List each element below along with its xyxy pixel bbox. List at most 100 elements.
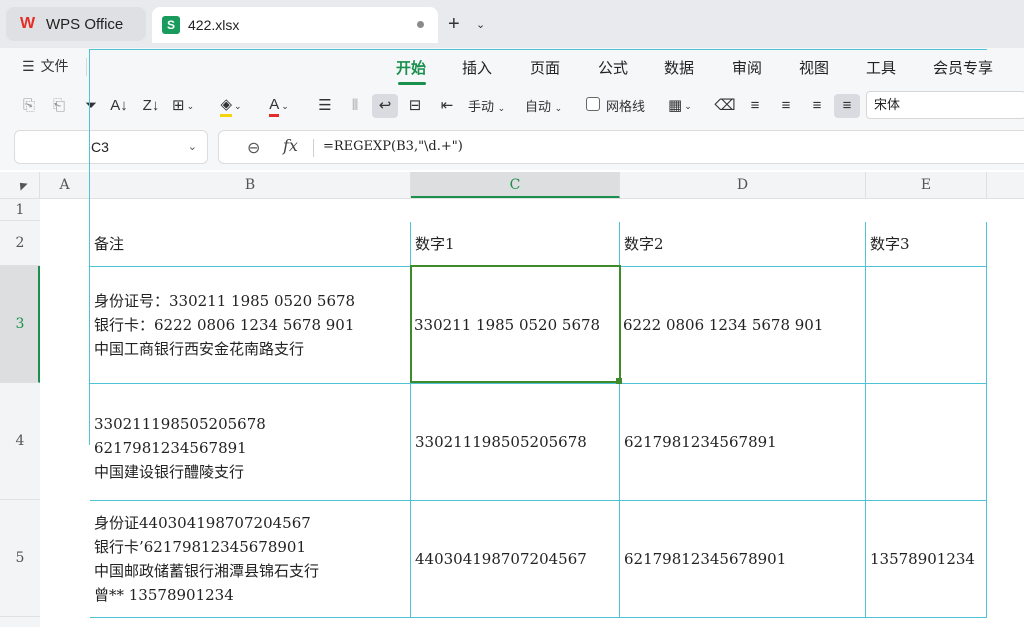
- cell-c5[interactable]: 440304198707204567: [411, 501, 620, 618]
- borders-icon[interactable]: ⊞ ⌄: [172, 94, 194, 118]
- cell-b5[interactable]: 身份证440304198707204567 银行卡’62179812345678…: [90, 501, 411, 618]
- sort-descending-icon[interactable]: Z↓: [140, 94, 162, 118]
- column-header-d[interactable]: D: [620, 172, 866, 198]
- tab-insert[interactable]: 插入: [462, 57, 492, 78]
- cell-b4-text: 330211198505205678 6217981234567891 中国建设…: [94, 415, 266, 481]
- gridlines-label: 网格线: [606, 99, 646, 114]
- column-icon[interactable]: ⦀: [344, 94, 366, 118]
- cell-d2[interactable]: 数字2: [620, 222, 866, 267]
- row-number: 5: [15, 550, 25, 566]
- cell-c4[interactable]: 330211198505205678: [411, 384, 620, 501]
- cell-reference: C3: [91, 139, 109, 155]
- app-tab-label: WPS Office: [46, 15, 124, 33]
- column-header-a[interactable]: A: [40, 172, 90, 198]
- menu-bar: ☰ 文件 开始 插入 页面 公式 数据 审阅 视图 工具 会员专享: [0, 48, 1024, 86]
- filter-icon[interactable]: ⏷: [80, 94, 102, 118]
- cell-c2[interactable]: 数字1: [411, 222, 620, 267]
- row-header-3[interactable]: 3: [0, 266, 40, 383]
- font-name-select[interactable]: 宋体: [866, 91, 1024, 119]
- row-number: 4: [15, 433, 25, 449]
- formula-input-area[interactable]: ⊖ fx =REGEXP(B3,"\d.+"): [218, 130, 1024, 164]
- wps-home-tab[interactable]: W WPS Office: [6, 7, 146, 41]
- sort-ascending-icon[interactable]: A↓: [108, 94, 130, 118]
- gridlines-checkbox[interactable]: [586, 97, 600, 111]
- tab-bar: W WPS Office S 422.xlsx + ⌄: [0, 0, 1024, 48]
- align-right-icon[interactable]: ≡: [806, 94, 828, 118]
- font-color-icon[interactable]: A ⌄: [268, 94, 290, 118]
- cell-d4[interactable]: 6217981234567891: [620, 384, 866, 501]
- row-header-5[interactable]: 5: [0, 500, 40, 617]
- row-number: 2: [15, 235, 25, 251]
- manual-wrap-dropdown[interactable]: 手动 ⌄: [468, 96, 505, 115]
- auto-label: 自动: [525, 99, 552, 114]
- hamburger-icon: ☰: [22, 57, 35, 74]
- column-header-e[interactable]: E: [866, 172, 987, 198]
- file-menu-label: 文件: [40, 58, 69, 74]
- active-tab-indicator: [398, 82, 426, 85]
- tab-view[interactable]: 视图: [799, 57, 829, 78]
- formula-divider: [313, 139, 314, 157]
- tab-formula[interactable]: 公式: [598, 57, 628, 78]
- merge-cells-icon[interactable]: ⊟: [404, 94, 426, 118]
- wps-logo-icon: W: [20, 15, 36, 32]
- clear-format-icon[interactable]: ⌫: [714, 94, 736, 118]
- tab-page[interactable]: 页面: [530, 57, 560, 78]
- cell-style-icon[interactable]: ▦ ⌄: [668, 94, 692, 118]
- formula-input[interactable]: =REGEXP(B3,"\d.+"): [323, 139, 463, 154]
- file-tab[interactable]: S 422.xlsx: [152, 7, 438, 43]
- cell-b3[interactable]: 身份证号：330211 1985 0520 5678 银行卡：6222 0806…: [90, 267, 411, 384]
- fill-color-icon[interactable]: ◈ ⌄: [220, 94, 242, 118]
- new-tab-button[interactable]: +: [448, 12, 460, 36]
- row-header-1[interactable]: 1: [0, 199, 40, 221]
- tab-data[interactable]: 数据: [664, 57, 694, 78]
- cell-e2[interactable]: 数字3: [866, 222, 987, 267]
- align-justify-icon[interactable]: ≡: [834, 94, 860, 118]
- chevron-down-icon[interactable]: ⌄: [188, 131, 197, 163]
- cell-b5-text: 身份证440304198707204567 银行卡’62179812345678…: [94, 514, 320, 604]
- paste-values-icon[interactable]: ⎘: [18, 94, 40, 118]
- spreadsheet-icon: S: [162, 16, 180, 34]
- row-header-4[interactable]: 4: [0, 383, 40, 500]
- manual-label: 手动: [468, 99, 495, 114]
- tab-member[interactable]: 会员专享: [933, 57, 993, 78]
- line-spacing-icon[interactable]: ☰: [314, 94, 336, 118]
- cell-b4[interactable]: 330211198505205678 6217981234567891 中国建设…: [90, 384, 411, 501]
- column-header-f[interactable]: [987, 172, 1024, 198]
- fill-handle[interactable]: [616, 378, 622, 384]
- auto-wrap-dropdown[interactable]: 自动 ⌄: [525, 96, 562, 115]
- fx-icon[interactable]: fx: [283, 136, 298, 155]
- select-all-corner[interactable]: [0, 172, 40, 198]
- cell-e5[interactable]: 13578901234: [866, 501, 987, 618]
- row-header-6[interactable]: [0, 617, 40, 627]
- cell-d3[interactable]: 6222 0806 1234 5678 901: [620, 267, 866, 384]
- row-number: 1: [15, 201, 25, 218]
- name-box[interactable]: C3 ⌄: [14, 130, 208, 164]
- file-tab-label: 422.xlsx: [188, 17, 240, 33]
- wrap-text-icon[interactable]: ↩: [372, 94, 398, 118]
- column-header-c[interactable]: C: [411, 172, 620, 198]
- formula-bar: C3 ⌄ ⊖ fx =REGEXP(B3,"\d.+"): [0, 126, 1024, 170]
- cell-b3-text: 身份证号：330211 1985 0520 5678 银行卡：6222 0806…: [94, 292, 356, 358]
- tab-home[interactable]: 开始: [396, 57, 426, 78]
- cell-b2[interactable]: 备注: [90, 222, 411, 267]
- header-divider: [0, 198, 1024, 199]
- align-center-icon[interactable]: ≡: [775, 94, 797, 118]
- column-header-b[interactable]: B: [90, 172, 411, 198]
- tab-review[interactable]: 审阅: [732, 57, 762, 78]
- table-top-border: [89, 49, 987, 50]
- unsaved-dot-icon[interactable]: [417, 21, 424, 28]
- file-menu-button[interactable]: ☰ 文件: [22, 56, 69, 76]
- cell-c3[interactable]: 330211 1985 0520 5678: [411, 267, 620, 384]
- cell-d5[interactable]: 62179812345678901: [620, 501, 866, 618]
- tab-tools[interactable]: 工具: [866, 57, 896, 78]
- cell-e3[interactable]: [866, 267, 987, 384]
- new-tab-dropdown-icon[interactable]: ⌄: [476, 13, 485, 37]
- indent-icon[interactable]: ⇤: [436, 94, 458, 118]
- zoom-out-icon[interactable]: ⊖: [247, 138, 260, 158]
- align-left-icon[interactable]: ≡: [744, 94, 766, 118]
- select-all-icon: [16, 179, 28, 191]
- cell-e4[interactable]: [866, 384, 987, 501]
- row-number: 3: [15, 316, 25, 332]
- paste-format-icon[interactable]: ⎗: [48, 94, 70, 118]
- row-header-2[interactable]: 2: [0, 221, 40, 266]
